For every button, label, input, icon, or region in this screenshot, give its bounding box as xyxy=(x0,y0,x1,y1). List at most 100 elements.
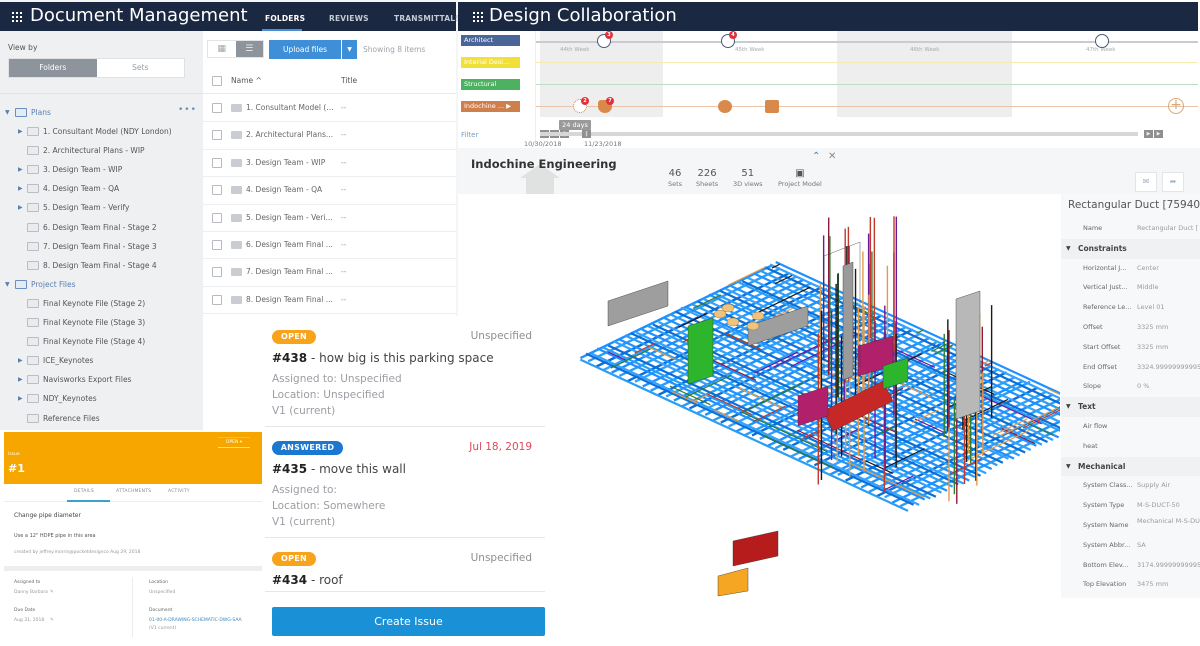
mep-model-render[interactable] xyxy=(548,196,1104,598)
tree-folder[interactable]: 6. Design Team Final - Stage 2 xyxy=(0,218,203,237)
row-checkbox[interactable] xyxy=(212,240,222,250)
collapse-caret-icon[interactable]: ▼ xyxy=(1066,239,1071,259)
row-checkbox[interactable] xyxy=(212,185,222,196)
tree-folder[interactable]: Final Keynote File (Stage 2) xyxy=(0,294,203,313)
tree-folder[interactable]: 8. Design Team Final - Stage 4 xyxy=(0,256,203,275)
stat-sets[interactable]: 46 Sets xyxy=(668,168,682,188)
tree-folder[interactable]: Reference Files xyxy=(0,409,203,428)
row-checkbox[interactable] xyxy=(212,212,222,223)
email-icon[interactable]: ✉ xyxy=(1135,172,1157,192)
expand-caret-right-icon[interactable]: ▶ xyxy=(18,179,23,198)
table-row[interactable]: 1. Consultant Model (... -- xyxy=(203,95,456,123)
table-row[interactable]: 4. Design Team - QA -- xyxy=(203,177,456,205)
step-forward-icon[interactable]: ▶ xyxy=(1144,130,1153,138)
row-name[interactable]: 8. Design Team Final ... xyxy=(246,295,333,304)
table-row[interactable]: 8. Design Team Final ... -- xyxy=(203,287,456,315)
tree-folder[interactable]: ▶ NDY_Keynotes xyxy=(0,389,203,408)
collapse-chevron-up-icon[interactable]: ⌃ xyxy=(812,151,820,162)
stat-3d-views[interactable]: 51 3D views xyxy=(733,168,763,188)
tree-folder[interactable]: Final Keynote File (Stage 3) xyxy=(0,313,203,332)
column-header-name[interactable]: Name ^ xyxy=(231,76,262,85)
tree-folder[interactable]: ▶ 4. Design Team - QA xyxy=(0,179,203,198)
expand-caret-right-icon[interactable]: ▶ xyxy=(18,370,23,389)
grid-view-icon[interactable]: ▦ xyxy=(208,41,236,57)
project-model-button[interactable]: ▣ Project Model xyxy=(778,168,822,188)
table-row[interactable]: 7. Design Team Final ... -- xyxy=(203,259,456,287)
row-checkbox[interactable] xyxy=(212,294,222,305)
expand-caret-down-icon[interactable]: ▼ xyxy=(5,275,10,294)
issue-card[interactable]: OPEN Unspecified #438 - how big is this … xyxy=(265,316,545,427)
tree-folder[interactable]: ▶ 1. Consultant Model (NDY London) xyxy=(0,122,203,141)
package-square-icon[interactable] xyxy=(765,100,779,113)
row-name[interactable]: 5. Design Team - Veri... xyxy=(246,213,333,222)
table-row[interactable]: 3. Design Team - WIP -- xyxy=(203,150,456,178)
timeline-scrubber[interactable] xyxy=(540,132,1138,136)
select-all-checkbox[interactable] xyxy=(212,76,222,86)
expand-caret-right-icon[interactable]: ▶ xyxy=(18,198,23,217)
upload-dropdown-chevron-icon[interactable]: ▼ xyxy=(342,40,357,59)
tree-folder[interactable]: 2. Architectural Plans - WIP xyxy=(0,141,203,160)
assigned-to-value[interactable]: Danny Barbara xyxy=(14,590,48,595)
table-row[interactable]: 2. Architectural Plans... -- xyxy=(203,122,456,150)
row-name[interactable]: 6. Design Team Final ... xyxy=(246,240,333,249)
tree-folder[interactable]: 7. Design Team Final - Stage 3 xyxy=(0,237,203,256)
expand-caret-right-icon[interactable]: ▶ xyxy=(18,351,23,370)
tree-folder[interactable]: Final Keynote File (Stage 4) xyxy=(0,332,203,351)
property-section-header[interactable]: ▼ Mechanical xyxy=(1061,456,1200,477)
row-name[interactable]: 1. Consultant Model (... xyxy=(246,103,333,112)
stat-sheets[interactable]: 226 Sheets xyxy=(696,168,718,188)
row-name[interactable]: 3. Design Team - WIP xyxy=(246,158,325,167)
table-row[interactable]: 6. Design Team Final ... -- xyxy=(203,232,456,260)
tree-folder[interactable]: ▶ ICE_Keynotes xyxy=(0,351,203,370)
table-row[interactable]: 5. Design Team - Veri... -- xyxy=(203,205,456,232)
expand-caret-down-icon[interactable]: ▼ xyxy=(5,103,10,122)
collapse-caret-icon[interactable]: ▼ xyxy=(1066,397,1071,417)
team-structural[interactable]: Structural xyxy=(461,79,520,90)
team-indochine[interactable]: Indochine ... ▶ xyxy=(461,101,520,112)
expand-caret-right-icon[interactable]: ▶ xyxy=(18,122,23,141)
range-handle-right[interactable]: ‖ xyxy=(582,130,591,138)
column-header-title[interactable]: Title xyxy=(341,76,357,85)
tree-root-folder[interactable]: ▼ Plans ••• xyxy=(0,103,203,122)
upload-files-button[interactable]: Upload files xyxy=(269,40,341,59)
row-checkbox[interactable] xyxy=(212,130,222,141)
filter-link[interactable]: Filter xyxy=(461,131,478,139)
expand-caret-right-icon[interactable]: ▶ xyxy=(18,160,23,179)
app-grid-icon[interactable] xyxy=(473,12,483,22)
view-by-sets-button[interactable]: Sets xyxy=(96,59,184,77)
app-grid-icon[interactable] xyxy=(12,12,22,22)
document-link[interactable]: 01-00-A-DRAWING-SCHEMATIC-DWG-SAA xyxy=(149,618,242,623)
package-icon[interactable] xyxy=(718,100,732,113)
property-section-header[interactable]: ▼ Constraints xyxy=(1061,238,1200,259)
tab-reviews[interactable]: REVIEWS xyxy=(329,14,369,23)
team-architect[interactable]: Architect xyxy=(461,35,520,46)
milestone-open[interactable] xyxy=(1095,34,1109,48)
add-package-icon[interactable]: + xyxy=(1168,98,1184,114)
property-section-header[interactable]: ▼ Text xyxy=(1061,397,1200,417)
tab-folders[interactable]: FOLDERS xyxy=(265,14,305,23)
row-checkbox[interactable] xyxy=(212,267,222,278)
create-issue-button[interactable]: Create Issue xyxy=(272,607,545,636)
row-name[interactable]: 2. Architectural Plans... xyxy=(246,130,333,139)
expand-caret-right-icon[interactable]: ▶ xyxy=(18,389,23,408)
tab-details[interactable]: DETAILS xyxy=(74,489,94,494)
issue-card[interactable]: OPEN Unspecified #434 - roof xyxy=(265,538,545,592)
row-name[interactable]: 7. Design Team Final ... xyxy=(246,267,333,276)
3d-model-viewer[interactable] xyxy=(548,196,1104,598)
tab-attachments[interactable]: ATTACHMENTS xyxy=(116,489,151,494)
row-checkbox[interactable] xyxy=(212,103,222,113)
tree-folder[interactable]: ▶ 3. Design Team - WIP xyxy=(0,160,203,179)
view-by-folders-button[interactable]: Folders xyxy=(9,59,97,77)
team-interior-design[interactable]: Interial Desi... xyxy=(461,57,520,68)
tree-folder[interactable]: ▶ Navisworks Export Files xyxy=(0,370,203,389)
collapse-caret-icon[interactable]: ▼ xyxy=(1066,457,1071,477)
share-icon[interactable]: ➦ xyxy=(1162,172,1184,192)
tab-transmittals[interactable]: TRANSMITTALS xyxy=(394,14,458,23)
edit-pencil-icon[interactable]: ✎ xyxy=(50,590,54,595)
row-name[interactable]: 4. Design Team - QA xyxy=(246,185,322,194)
tab-activity[interactable]: ACTIVITY xyxy=(168,489,190,494)
issue-card[interactable]: ANSWERED Jul 18, 2019 #435 - move this w… xyxy=(265,427,545,538)
edit-pencil-icon[interactable]: ✎ xyxy=(50,618,54,623)
tree-folder[interactable]: ▶ 5. Design Team - Verify xyxy=(0,198,203,217)
due-date-value[interactable]: Aug 31, 2018 xyxy=(14,618,44,623)
